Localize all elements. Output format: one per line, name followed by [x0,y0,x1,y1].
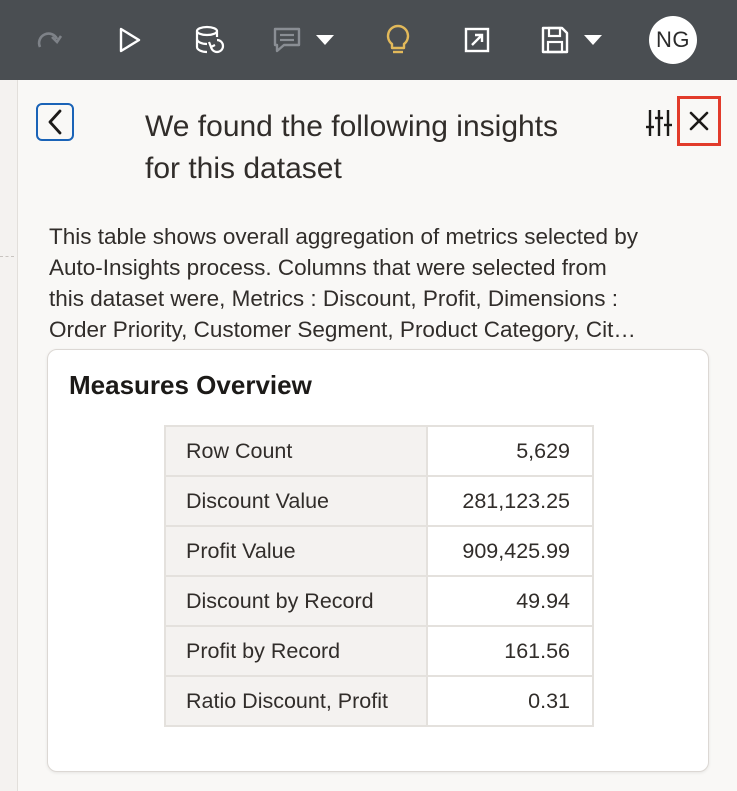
table-row: Profit by Record 161.56 [164,625,594,677]
sliders-icon [646,110,672,136]
redo-button[interactable] [30,20,70,60]
measure-label: Ratio Discount, Profit [164,675,428,727]
present-button[interactable] [457,20,497,60]
redo-icon [37,32,63,48]
comment-button[interactable] [272,20,340,60]
card-title: Measures Overview [69,370,312,400]
table-row: Ratio Discount, Profit 0.31 [164,675,594,727]
measure-label: Discount Value [164,475,428,527]
measure-label: Profit by Record [164,625,428,677]
chevron-down-icon [584,35,602,45]
user-initials: NG [656,27,690,52]
top-toolbar: NG [0,0,737,80]
measure-label: Discount by Record [164,575,428,627]
measures-table: Row Count 5,629 Discount Value 281,123.25 Pr… [164,425,594,727]
canvas-divider [0,256,14,257]
settings-button[interactable] [642,106,676,140]
measure-label: Profit Value [164,525,428,577]
table-row: Discount by Record 49.94 [164,575,594,627]
back-button[interactable] [36,103,74,141]
insights-description: This table shows overall aggregation of … [49,224,639,342]
dataset-refresh-button[interactable] [190,20,230,60]
insights-lightbulb-icon [386,24,410,54]
measure-value: 161.56 [426,625,594,677]
close-icon [689,111,709,131]
canvas-edge [0,80,17,791]
measure-label: Row Count [164,425,428,477]
table-row: Discount Value 281,123.25 [164,475,594,527]
measure-value: 281,123.25 [426,475,594,527]
chevron-down-icon [316,35,334,45]
save-button[interactable] [540,20,608,60]
comment-icon [273,27,301,53]
measures-overview-card: Measures Overview Row Count 5,629 Discount… [47,349,709,772]
measure-value: 49.94 [426,575,594,627]
measure-value: 909,425.99 [426,525,594,577]
user-avatar[interactable]: NG [649,16,697,64]
measure-value: 5,629 [426,425,594,477]
run-icon [119,27,141,53]
dataset-refresh-icon [195,25,225,54]
present-icon [464,27,490,53]
table-row: Profit Value 909,425.99 [164,525,594,577]
save-icon [541,26,569,54]
insights-button[interactable] [378,20,418,60]
panel-title: We found the following insights for this… [145,110,559,185]
table-row: Row Count 5,629 [164,425,594,477]
chevron-left-icon [48,109,62,135]
measure-value: 0.31 [426,675,594,727]
run-button[interactable] [110,20,150,60]
close-button[interactable] [677,96,721,146]
